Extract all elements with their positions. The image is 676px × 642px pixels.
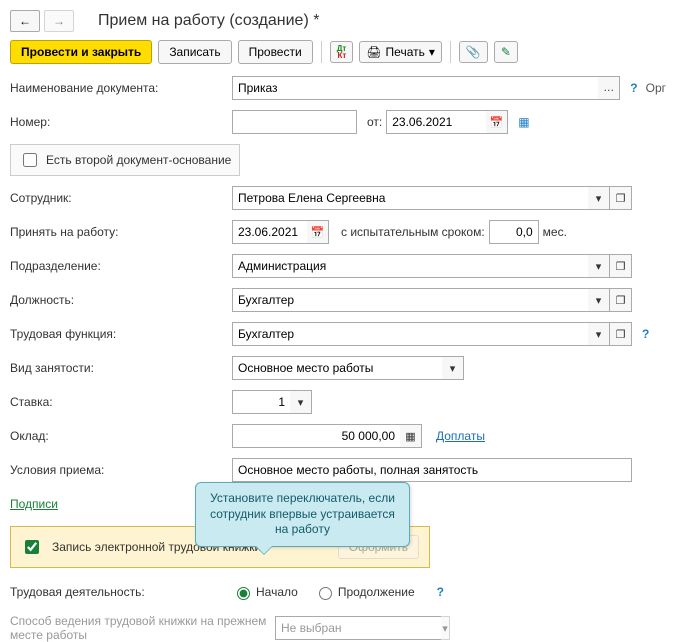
- org-label-cut: Орг: [646, 81, 666, 95]
- employee-dropdown-button[interactable]: ▾: [588, 186, 610, 210]
- print-label: Печать: [386, 45, 425, 59]
- dt-kt-button[interactable]: ДтКт: [330, 41, 354, 63]
- page-title: Прием на работу (создание) *: [98, 12, 319, 30]
- date-from-label: от:: [367, 115, 382, 129]
- write-button[interactable]: Записать: [158, 40, 231, 64]
- date-input[interactable]: [386, 110, 486, 134]
- employment-type-label: Вид занятости:: [10, 361, 232, 375]
- doc-name-help-icon[interactable]: ?: [630, 81, 637, 95]
- position-dropdown-button[interactable]: ▾: [588, 288, 610, 312]
- hire-conditions-label: Условия приема:: [10, 463, 232, 477]
- employment-type-dropdown-button[interactable]: ▾: [442, 356, 464, 380]
- doc-name-ellipsis-button[interactable]: …: [598, 76, 620, 100]
- prev-book-method-label: Способ ведения трудовой книжки на прежне…: [10, 614, 275, 642]
- etk-record-checkbox[interactable]: [25, 540, 39, 554]
- radio-continue-label: Продолжение: [338, 585, 415, 599]
- prev-book-method-input: [275, 616, 441, 640]
- labor-function-help-icon[interactable]: ?: [642, 327, 649, 341]
- toolbar-separator: [450, 41, 451, 63]
- prev-book-method-dropdown-button: ▾: [441, 616, 450, 640]
- second-base-doc-panel: Есть второй документ-основание: [10, 144, 240, 176]
- department-label: Подразделение:: [10, 259, 232, 273]
- probation-input[interactable]: [489, 220, 539, 244]
- labor-activity-label: Трудовая деятельность:: [10, 585, 232, 599]
- sign-button[interactable]: ✎: [494, 41, 518, 63]
- rate-spin-button[interactable]: ▾: [290, 390, 312, 414]
- labor-function-input[interactable]: [232, 322, 588, 346]
- labor-function-label: Трудовая функция:: [10, 327, 232, 341]
- doc-name-input[interactable]: [232, 76, 598, 100]
- hire-conditions-input[interactable]: [232, 458, 632, 482]
- date-calendar-button[interactable]: 📅: [486, 110, 508, 134]
- employee-open-button[interactable]: ❐: [610, 186, 632, 210]
- rate-label: Ставка:: [10, 395, 232, 409]
- hint-callout: Установите переключатель, если сотрудник…: [195, 482, 410, 547]
- post-and-close-button[interactable]: Провести и закрыть: [10, 40, 152, 64]
- labor-activity-help-icon[interactable]: ?: [437, 585, 444, 599]
- probation-label: с испытательным сроком:: [341, 225, 485, 239]
- post-button[interactable]: Провести: [238, 40, 313, 64]
- position-label: Должность:: [10, 293, 232, 307]
- labor-activity-start-radio[interactable]: Начало: [232, 584, 298, 600]
- dt-kt-icon: ДтКт: [337, 45, 347, 59]
- labor-function-open-button[interactable]: ❐: [610, 322, 632, 346]
- position-input[interactable]: [232, 288, 588, 312]
- number-label: Номер:: [10, 115, 232, 129]
- paperclip-icon: 📎: [466, 45, 481, 59]
- list-icon[interactable]: ▦: [518, 115, 529, 129]
- allowances-link[interactable]: Доплаты: [436, 429, 485, 443]
- doc-name-label: Наименование документа:: [10, 81, 232, 95]
- toolbar-separator: [321, 41, 322, 63]
- nav-back-button[interactable]: ←: [10, 10, 40, 32]
- print-dropdown-icon: ▾: [429, 45, 435, 59]
- department-open-button[interactable]: ❐: [610, 254, 632, 278]
- rate-input[interactable]: [232, 390, 290, 414]
- employment-type-input[interactable]: [232, 356, 442, 380]
- pencil-icon: ✎: [501, 45, 511, 59]
- nav-forward-button[interactable]: →: [44, 10, 74, 32]
- salary-calc-button[interactable]: ▦: [400, 424, 422, 448]
- salary-input[interactable]: [232, 424, 400, 448]
- radio-start-label: Начало: [256, 585, 298, 599]
- attach-button[interactable]: 📎: [459, 41, 488, 63]
- hire-date-calendar-button[interactable]: 📅: [307, 220, 329, 244]
- printer-icon: 🖨: [366, 45, 381, 59]
- employee-label: Сотрудник:: [10, 191, 232, 205]
- number-input[interactable]: [232, 110, 357, 134]
- second-base-doc-checkbox[interactable]: [23, 153, 37, 167]
- hire-date-label: Принять на работу:: [10, 225, 232, 239]
- signatures-link[interactable]: Подписи: [10, 497, 58, 511]
- hire-date-input[interactable]: [232, 220, 307, 244]
- salary-label: Оклад:: [10, 429, 232, 443]
- position-open-button[interactable]: ❐: [610, 288, 632, 312]
- labor-function-dropdown-button[interactable]: ▾: [588, 322, 610, 346]
- department-dropdown-button[interactable]: ▾: [588, 254, 610, 278]
- print-button[interactable]: 🖨 Печать ▾: [359, 41, 442, 63]
- employee-input[interactable]: [232, 186, 588, 210]
- labor-activity-continue-radio[interactable]: Продолжение: [314, 584, 415, 600]
- second-base-doc-label: Есть второй документ-основание: [46, 153, 231, 167]
- months-label: мес.: [543, 225, 567, 239]
- department-input[interactable]: [232, 254, 588, 278]
